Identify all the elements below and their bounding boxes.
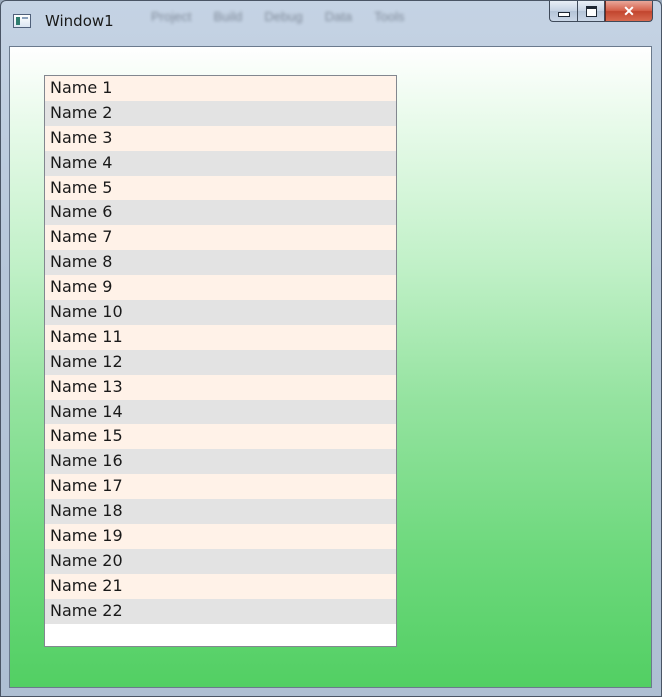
title-bar[interactable]: Project Build Debug Data Tools Window1 ✕ [1, 1, 661, 41]
list-item[interactable]: Name 12 [45, 349, 396, 375]
maximize-icon [585, 5, 597, 17]
list-item[interactable]: Name 5 [45, 175, 396, 201]
close-button[interactable]: ✕ [605, 1, 653, 22]
list-item[interactable]: Name 11 [45, 324, 396, 350]
list-item[interactable]: Name 22 [45, 598, 396, 624]
list-item[interactable]: Name 2 [45, 100, 396, 126]
app-window-icon[interactable] [13, 14, 31, 28]
list-item[interactable]: Name 18 [45, 499, 396, 525]
list-item[interactable]: Name 14 [45, 399, 396, 425]
client-area: Name 1 Name 2 Name 3 Name 4 Name 5 Name 6 Name… [9, 46, 652, 688]
background-menu-item: Data [324, 9, 353, 24]
list-item[interactable]: Name 10 [45, 300, 396, 325]
names-listbox[interactable]: Name 1 Name 2 Name 3 Name 4 Name 5 Name 6 Name… [44, 75, 397, 647]
caption-buttons: ✕ [549, 1, 653, 23]
list-item[interactable]: Name 4 [45, 150, 396, 176]
minimize-button[interactable] [549, 1, 577, 22]
list-item[interactable]: Name 3 [45, 125, 396, 151]
close-icon: ✕ [623, 2, 635, 19]
list-item[interactable]: Name 16 [45, 449, 396, 475]
list-item[interactable]: Name 19 [45, 524, 396, 549]
background-menu-item: Project [151, 9, 192, 24]
list-item[interactable]: Name 1 [45, 76, 396, 101]
maximize-button[interactable] [577, 1, 605, 22]
list-item[interactable]: Name 17 [45, 474, 396, 500]
window-title: Window1 [45, 12, 114, 30]
list-item[interactable]: Name 20 [45, 548, 396, 574]
list-item[interactable]: Name 8 [45, 250, 396, 276]
list-item[interactable]: Name 9 [45, 275, 396, 301]
background-menu-blurred: Project Build Debug Data Tools [151, 9, 491, 31]
background-menu-item: Tools [374, 9, 405, 24]
list-item[interactable]: Name 13 [45, 374, 396, 400]
background-menu-item: Debug [264, 9, 303, 24]
list-item[interactable]: Name 15 [45, 424, 396, 450]
list-item[interactable]: Name 6 [45, 200, 396, 226]
background-menu-item: Build [213, 9, 243, 24]
minimize-icon [557, 11, 570, 17]
list-item[interactable]: Name 21 [45, 573, 396, 599]
window: Project Build Debug Data Tools Window1 ✕… [0, 0, 662, 697]
list-item[interactable]: Name 7 [45, 225, 396, 251]
